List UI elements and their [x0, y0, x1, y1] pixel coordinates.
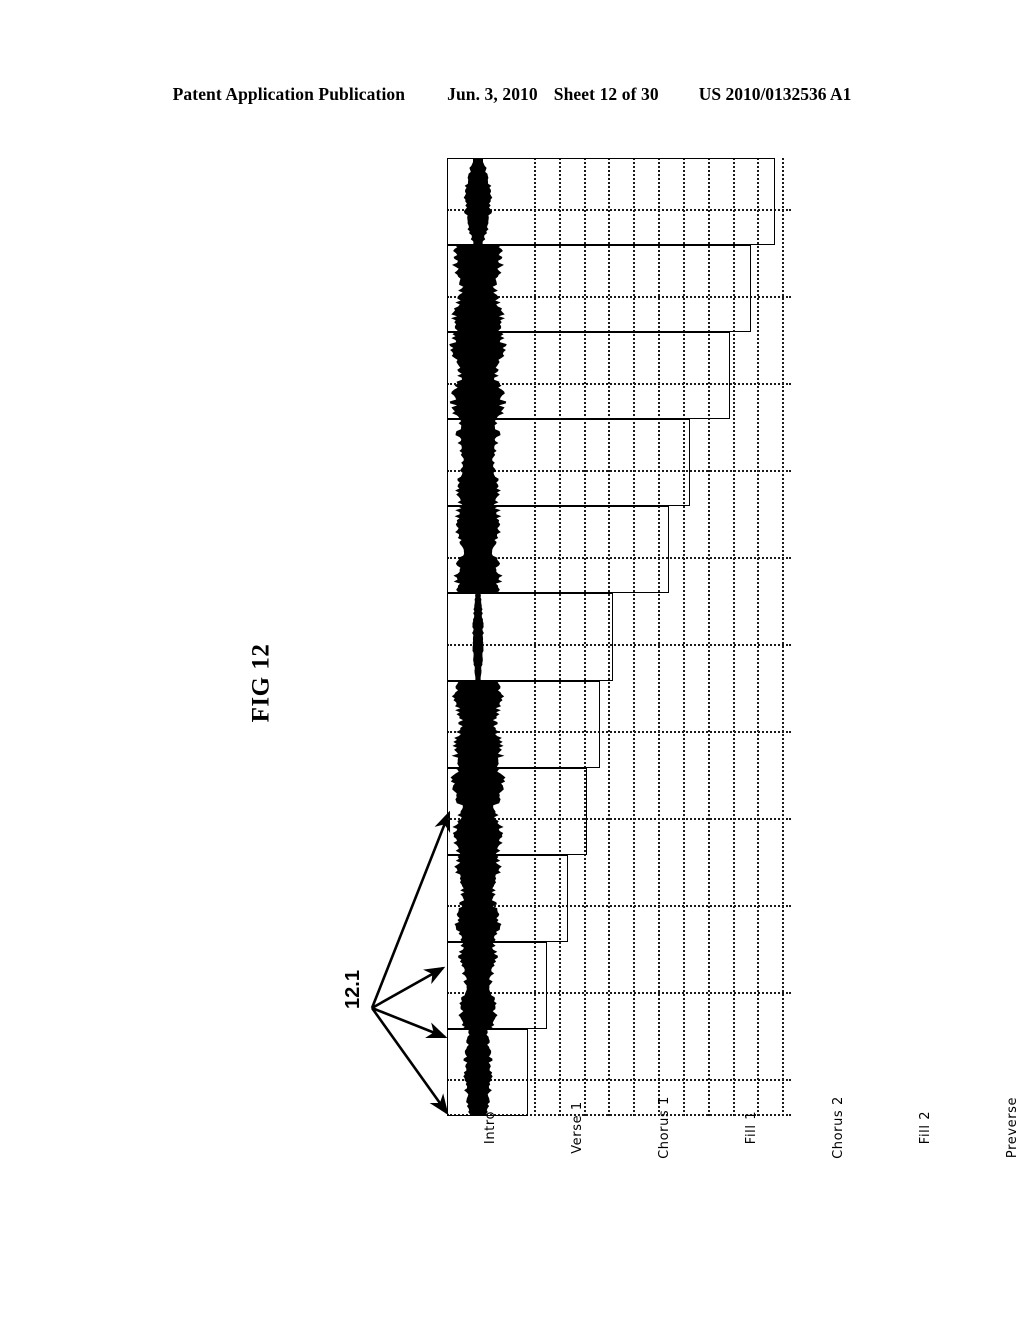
waveform-graphic [449, 158, 507, 1116]
category-label-chorus-2: Chorus 2 [829, 1096, 849, 1250]
patent-header: Patent Application Publication Jun. 3, 2… [0, 84, 1024, 105]
header-publication-text: Patent Application Publication [172, 84, 406, 104]
category-label-preverse: Preverse [1003, 1097, 1023, 1250]
category-label-text: Chorus 1 [657, 1096, 673, 1159]
category-label-text: Fill 1 [744, 1110, 760, 1145]
audio-waveform [447, 158, 509, 1116]
header-patent-number: US 2010/0132536 A1 [698, 84, 852, 104]
waveform-path [449, 158, 507, 1116]
category-label-text: Fill 2 [918, 1110, 934, 1145]
chart-category-labels: Intro Verse 1 Chorus 1 Fill 1 Chorus 2 Fill 2… [447, 1096, 1021, 1270]
category-label-intro: Intro [481, 1111, 501, 1250]
figure-label: FIG 12 [196, 618, 326, 748]
category-label-text: Preverse [1005, 1096, 1021, 1159]
category-label-fill-1: Fill 1 [742, 1111, 762, 1250]
figure-label-text: FIG 12 [246, 643, 274, 723]
figure-chart [447, 158, 791, 1116]
category-label-text: Verse 1 [570, 1101, 586, 1154]
category-label-text: Intro [483, 1110, 499, 1145]
category-label-chorus-1: Chorus 1 [655, 1096, 675, 1250]
category-label-text: Chorus 2 [831, 1096, 847, 1159]
category-label-verse-1: Verse 1 [568, 1101, 588, 1250]
header-date-text: Jun. 3, 2010 [447, 84, 538, 104]
header-sheet-text: Sheet 12 of 30 [553, 84, 659, 104]
category-label-fill-2: Fill 2 [916, 1111, 936, 1250]
